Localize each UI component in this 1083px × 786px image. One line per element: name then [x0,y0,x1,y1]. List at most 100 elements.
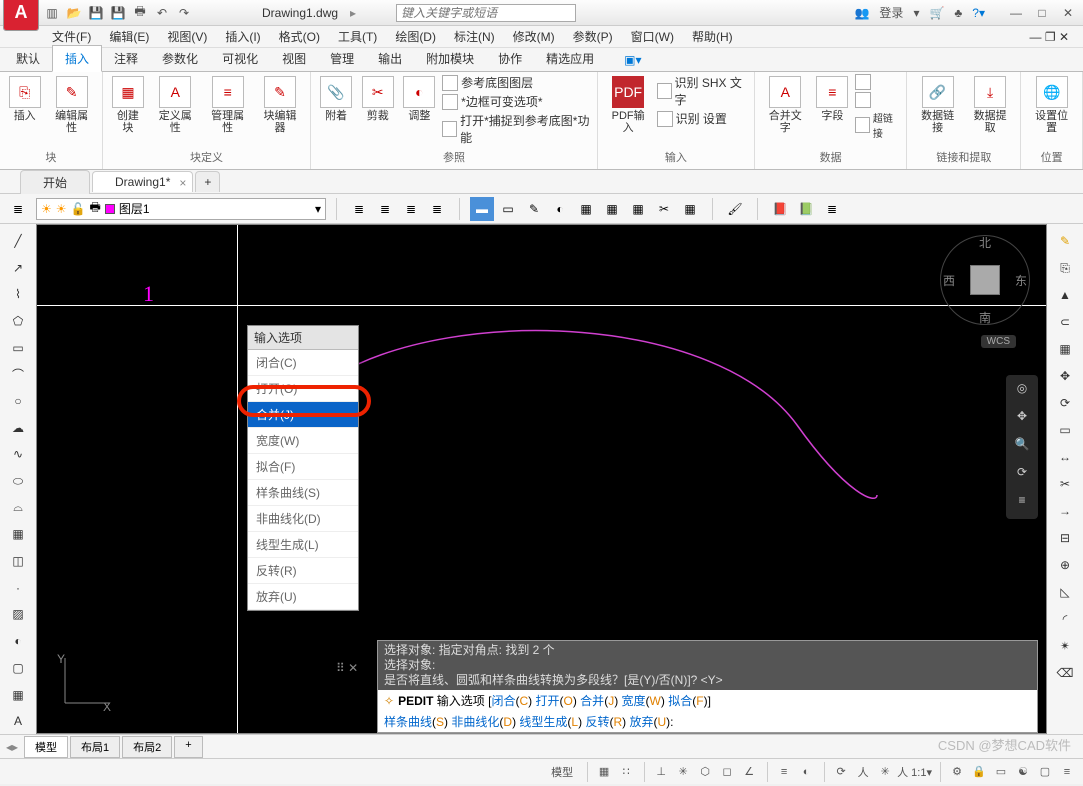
redo-icon[interactable]: ↷ [176,5,192,21]
tabs-prev-icon[interactable]: ◂▸ [6,740,18,754]
login-link[interactable]: 登录 [879,4,903,21]
search-play-icon[interactable]: ▸ [350,6,356,20]
command-window[interactable]: ⠿ ✕ 选择对象: 指定对角点: 找到 2 个 选择对象: 是否将直线、圆弧和样… [377,640,1038,733]
layer-tool-icon[interactable]: ≣ [399,197,423,221]
tool-icon[interactable]: ◐ [548,197,572,221]
tool-icon[interactable]: ▦ [574,197,598,221]
manage-attr-button[interactable]: ≡管理属性 [203,74,251,136]
help-icon[interactable]: ?▾ [972,6,985,20]
book-icon[interactable]: 📗 [794,197,818,221]
wcs-badge[interactable]: WCS [981,335,1016,348]
recognize-settings-row[interactable]: 识别 设置 [657,110,748,127]
ctx-reverse[interactable]: 反转(R) [248,558,358,584]
recognize-shx-row[interactable]: 识别 SHX 文字 [657,74,748,108]
chamfer-icon[interactable]: ◺ [1050,579,1080,605]
custom-icon[interactable]: ≡ [1057,762,1077,782]
tool-icon[interactable]: ▦ [600,197,624,221]
search-input[interactable] [396,4,576,22]
ctx-undo[interactable]: 放弃(U) [248,584,358,610]
isolate-icon[interactable]: ☯ [1013,762,1033,782]
pdf-import-button[interactable]: PDFPDF输入 [604,74,653,136]
tab-annotate[interactable]: 注释 [102,46,150,71]
clean-icon[interactable]: ▢ [1035,762,1055,782]
ctx-ltgen[interactable]: 线型生成(L) [248,532,358,558]
stretch-icon[interactable]: ↔ [1050,444,1080,470]
menu-help[interactable]: 帮助(H) [684,26,741,47]
explode-icon[interactable]: ✴ [1050,633,1080,659]
tab-visual[interactable]: 可视化 [210,46,270,71]
menu-modify[interactable]: 修改(M) [505,26,563,47]
menu-view[interactable]: 视图(V) [159,26,215,47]
layer-tool-icon[interactable]: ≣ [425,197,449,221]
table-icon[interactable]: ▦ [3,682,33,708]
annoauto-icon[interactable]: ✳ [875,762,895,782]
ctx-decurve[interactable]: 非曲线化(D) [248,506,358,532]
scale-label[interactable]: 人 1:1▾ [897,762,932,782]
undo-icon[interactable]: ↶ [154,5,170,21]
minimize-button[interactable]: ― [1005,6,1027,20]
view-cube[interactable]: 北 南 东 西 [940,235,1030,325]
tab-insert[interactable]: 插入 [52,45,102,72]
ctx-close[interactable]: 闭合(C) [248,350,358,376]
move-icon[interactable]: ✥ [1050,363,1080,389]
ctx-open[interactable]: 打开(O) [248,376,358,402]
offset-icon[interactable]: ⊂ [1050,309,1080,335]
join-icon[interactable]: ⊕ [1050,552,1080,578]
zoom-icon[interactable]: 🔍 [1012,437,1032,457]
tab-view[interactable]: 视图 [270,46,318,71]
line-icon[interactable]: ╱ [3,228,33,254]
hatch-icon[interactable]: ▨ [3,602,33,628]
polygon-icon[interactable]: ⬠ [3,308,33,334]
data-link-button[interactable]: 🔗数据链接 [913,74,962,136]
adjust-button[interactable]: ◐调整 [401,74,439,124]
close-tab-icon[interactable]: × [179,176,186,190]
menu-dimension[interactable]: 标注(N) [446,26,503,47]
drawing-canvas[interactable]: 1 YX 北 南 东 西 WCS ◎ ✥ 🔍 ⟳ ≡ 输入选项 闭合(C) 打开… [36,224,1047,734]
block-editor-button[interactable]: ✎块编辑器 [256,74,304,136]
extend-icon[interactable]: → [1050,498,1080,524]
new-tab-button[interactable]: + [195,171,220,192]
point-icon[interactable]: · [3,575,33,601]
grid-icon[interactable]: ▦ [594,762,614,782]
ctx-spline[interactable]: 样条曲线(S) [248,480,358,506]
layer-tool-icon[interactable]: ≣ [347,197,371,221]
ellipsearc-icon[interactable]: ⌓ [3,495,33,521]
tool-icon[interactable]: ✂ [652,197,676,221]
lock-icon[interactable]: 🔒 [969,762,989,782]
ellipse-icon[interactable]: ⬭ [3,468,33,494]
layer-combo[interactable]: ☀☀🔓🖶 图层1 ▾ [36,198,326,220]
lwt-icon[interactable]: ≡ [774,762,794,782]
polyline-icon[interactable]: ⌇ [3,281,33,307]
region-icon[interactable]: ▢ [3,655,33,681]
menu-edit[interactable]: 编辑(E) [101,26,157,47]
ortho-icon[interactable]: ⊥ [651,762,671,782]
tool-icon[interactable]: ✎ [522,197,546,221]
hardware-icon[interactable]: ▭ [991,762,1011,782]
app-menu-icon[interactable]: ♣ [954,6,962,20]
layer-tool-icon[interactable]: ≣ [373,197,397,221]
menu-file[interactable]: 文件(F) [44,26,99,47]
pan-icon[interactable]: ✥ [1012,409,1032,429]
tab-addon[interactable]: 附加模块 [414,46,486,71]
revcloud-icon[interactable]: ☁ [3,415,33,441]
model-tab[interactable]: 模型 [24,736,68,758]
menu-insert[interactable]: 插入(I) [217,26,268,47]
trim-icon[interactable]: ✂ [1050,471,1080,497]
tab-default[interactable]: 默认 [4,46,52,71]
merge-text-button[interactable]: A合并文字 [761,74,810,136]
orbit-icon[interactable]: ⟳ [1012,465,1032,485]
transparency-icon[interactable]: ◐ [796,762,816,782]
underlay-layers-row[interactable]: 参考底图图层 [442,74,591,91]
field-button[interactable]: ≡字段 [814,74,852,124]
spline-icon[interactable]: ∿ [3,442,33,468]
close-button[interactable]: ✕ [1057,6,1079,20]
data-extract-button[interactable]: ⤓数据提取 [966,74,1015,136]
menu-tools[interactable]: 工具(T) [330,26,385,47]
edit-attr-button[interactable]: ✎编辑属性 [47,74,95,136]
pencil-icon[interactable]: ✎ [1050,228,1080,254]
tab-param[interactable]: 参数化 [150,46,210,71]
cycle-icon[interactable]: ⟳ [831,762,851,782]
mdi-restore-icon[interactable]: — ❐ ✕ [1022,28,1077,46]
community-icon[interactable]: 👥 [854,6,869,20]
attach-button[interactable]: 📎附着 [317,74,355,124]
